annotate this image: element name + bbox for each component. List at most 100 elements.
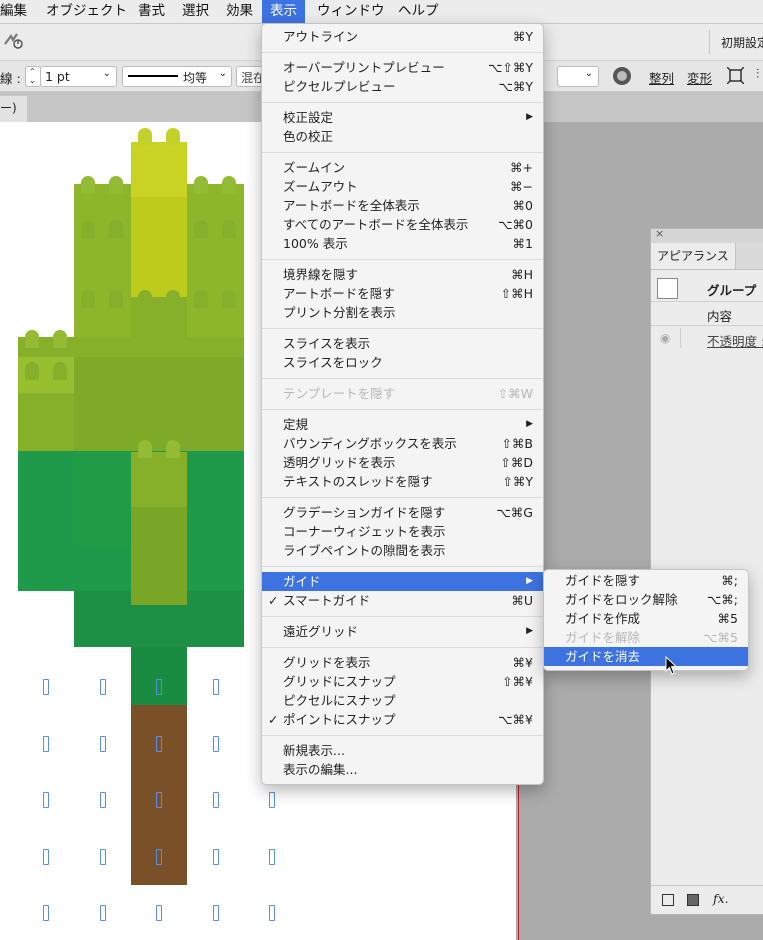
menu-type[interactable]: 書式 — [134, 0, 169, 23]
opacity-label[interactable]: 不透明度 : — [707, 331, 763, 350]
menu-item-label: アートボードを全体表示 — [283, 198, 420, 213]
divider — [651, 325, 763, 326]
menu-edit[interactable]: 編集 — [0, 0, 31, 23]
menu-item: テンプレートを隠す ⇧⌘W — [262, 384, 543, 403]
content-label[interactable]: 内容 — [707, 306, 732, 325]
menu-item-shortcut: ⇧⌘H — [500, 286, 533, 301]
menu-item[interactable]: 透明グリッドを表示 ⇧⌘D — [262, 453, 543, 472]
menu-item[interactable]: アートボードを全体表示 ⌘0 — [262, 196, 543, 215]
recolor-icon[interactable] — [613, 67, 631, 85]
close-icon[interactable]: × — [655, 227, 664, 240]
menu-item[interactable]: すべてのアートボードを全体表示 ⌥⌘0 — [262, 215, 543, 234]
menu-item-label: ガイドをロック解除 — [565, 592, 678, 607]
menu-item-shortcut: ⌘¥ — [512, 655, 533, 670]
menu-item-label: 校正設定 — [283, 110, 334, 125]
menu-item[interactable]: グラデーションガイドを隠す ⌥⌘G — [262, 503, 543, 522]
menu-item-shortcut: ⇧⌘Y — [502, 474, 533, 489]
menu-item[interactable]: スライスを表示 — [262, 334, 543, 353]
menu-item[interactable]: アートボードを隠す ⇧⌘H — [262, 284, 543, 303]
menu-item[interactable]: オーバープリントプレビュー ⌥⇧⌘Y — [262, 58, 543, 77]
view-menu: アウトライン ⌘Y オーバープリントプレビュー ⌥⇧⌘Y ピクセルプレビュー ⌥⌘Y 校正設… — [261, 23, 544, 785]
divider — [651, 885, 763, 886]
menu-item-label: ピクセルにスナップ — [283, 693, 396, 708]
guide-marker — [213, 792, 219, 808]
menu-item[interactable]: グリッドを表示 ⌘¥ — [262, 653, 543, 672]
guide-marker — [156, 679, 162, 695]
opacity-select[interactable]: ⌄ — [557, 66, 599, 87]
guide-marker — [156, 736, 162, 752]
menu-item[interactable]: 遠近グリッド ▶ — [262, 622, 543, 641]
menu-item[interactable]: バウンディングボックスを表示 ⇧⌘B — [262, 434, 543, 453]
guide-marker — [100, 905, 106, 921]
menu-item[interactable]: 100% 表示 ⌘1 — [262, 234, 543, 253]
document-tab[interactable]: ー) — [0, 96, 27, 122]
chevron-down-icon: ⌄ — [102, 68, 111, 79]
menu-item-shortcut: ⌥⌘; — [706, 592, 738, 607]
trunk-top — [131, 647, 187, 705]
visibility-eye-icon[interactable]: ◉ — [660, 331, 670, 345]
menu-item-shortcut: ⌘1 — [512, 236, 533, 251]
menu-item[interactable]: ✓ ポイントにスナップ ⌥⌘¥ — [262, 710, 543, 729]
guide-marker — [269, 905, 275, 921]
menu-item[interactable]: 色の校正 — [262, 127, 543, 146]
menu-item[interactable]: ガイド ▶ — [262, 572, 543, 591]
menu-item-shortcut: ⌥⌘¥ — [498, 712, 533, 727]
stroke-weight-field[interactable]: 1 pt ⌄ — [40, 66, 117, 87]
menu-item[interactable]: 新規表示... — [262, 741, 543, 760]
menu-item[interactable]: アウトライン ⌘Y — [262, 27, 543, 46]
menu-separator — [262, 566, 543, 567]
menu-effect[interactable]: 効果 — [222, 0, 257, 23]
sync-icon[interactable] — [3, 32, 23, 50]
menu-select[interactable]: 選択 — [178, 0, 213, 23]
stud — [138, 128, 152, 146]
menu-item[interactable]: ライブペイントの隙間を表示 — [262, 541, 543, 560]
isolate-icon[interactable] — [726, 66, 745, 85]
menu-item[interactable]: ガイドを作成 ⌘5 — [544, 609, 748, 628]
menu-object[interactable]: オブジェクト — [42, 0, 131, 23]
fx-icon[interactable]: fx. — [713, 891, 729, 906]
menu-item[interactable]: 表示の編集... — [262, 760, 543, 779]
menu-item[interactable]: ✓ スマートガイド ⌘U — [262, 591, 543, 610]
menu-item[interactable]: プリント分割を表示 — [262, 303, 543, 322]
menu-help[interactable]: ヘルプ — [394, 0, 443, 23]
stud — [53, 362, 67, 380]
menu-item-label: 100% 表示 — [283, 236, 348, 251]
menu-item-label: 透明グリッドを表示 — [283, 455, 396, 470]
menu-window[interactable]: ウィンドウ — [313, 0, 389, 23]
menu-item[interactable]: ピクセルにスナップ — [262, 691, 543, 710]
workspace-switcher[interactable]: 初期設定 — [721, 34, 763, 51]
menu-view[interactable]: 表示 — [262, 0, 305, 23]
new-stroke-icon[interactable] — [662, 894, 674, 906]
panel-titlebar[interactable]: × — [651, 227, 763, 243]
menu-item-label: テンプレートを隠す — [283, 386, 396, 401]
menu-item[interactable]: ズームアウト ⌘− — [262, 177, 543, 196]
menu-bar: 編集 オブジェクト 書式 選択 効果 表示 ウィンドウ ヘルプ — [0, 0, 763, 24]
menu-item[interactable]: コーナーウィジェットを表示 — [262, 522, 543, 541]
menu-item[interactable]: ガイドを消去 — [544, 647, 748, 666]
more-options-icon[interactable]: ⫶ — [756, 67, 763, 84]
menu-item-shortcut: ⌥⌘Y — [498, 79, 533, 94]
menu-item[interactable]: 定規 ▶ — [262, 415, 543, 434]
menu-item-label: 色の校正 — [283, 129, 334, 144]
menu-item[interactable]: 校正設定 ▶ — [262, 108, 543, 127]
new-fill-icon[interactable] — [687, 894, 699, 906]
stroke-profile-select[interactable]: 均等 ⌄ — [122, 66, 232, 87]
tab-appearance[interactable]: アピアランス — [651, 243, 736, 269]
menu-item[interactable]: テキストのスレッドを隠す ⇧⌘Y — [262, 472, 543, 491]
menu-item[interactable]: ガイドをロック解除 ⌥⌘; — [544, 590, 748, 609]
transform-button[interactable]: 変形 — [687, 68, 712, 87]
stroke-weight-stepper[interactable]: ⌃ ⌄ — [25, 66, 41, 87]
stud — [81, 290, 95, 308]
menu-item[interactable]: スライスをロック — [262, 353, 543, 372]
menu-item[interactable]: 境界線を隠す ⌘H — [262, 265, 543, 284]
menu-item[interactable]: グリッドにスナップ ⇧⌘¥ — [262, 672, 543, 691]
menu-item-shortcut: ⌥⌘0 — [498, 217, 533, 232]
menu-item[interactable]: ガイドを隠す ⌘; — [544, 571, 748, 590]
menu-item[interactable]: ピクセルプレビュー ⌥⌘Y — [262, 77, 543, 96]
align-button[interactable]: 整列 — [649, 68, 674, 87]
guide-submenu: ガイドを隠す ⌘; ガイドをロック解除 ⌥⌘; ガイドを作成 ⌘5 ガイドを解除 ⌥⌘5 ガイド… — [543, 569, 749, 671]
menu-item[interactable]: ズームイン ⌘+ — [262, 158, 543, 177]
menu-item-label: スライスをロック — [283, 355, 383, 370]
tree-upper-right — [187, 184, 244, 356]
menu-separator — [262, 152, 543, 153]
